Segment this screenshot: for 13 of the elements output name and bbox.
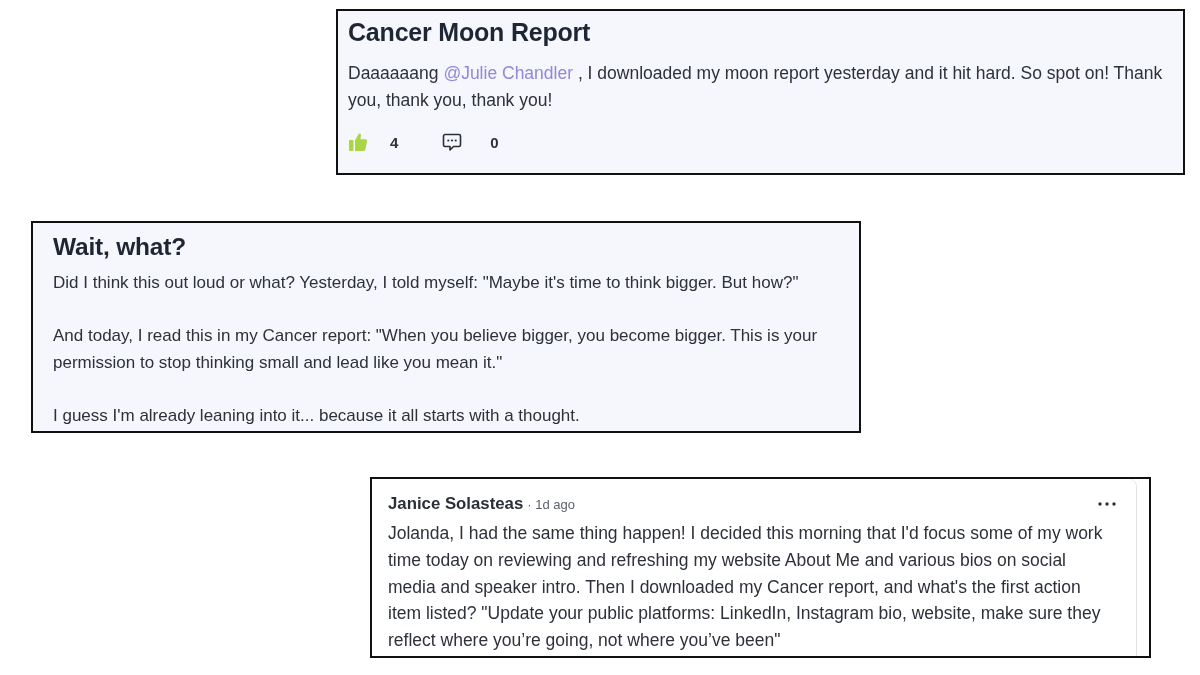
post-title: Wait, what? xyxy=(53,232,187,262)
comment-button[interactable]: 0 xyxy=(442,132,499,152)
post-text: Daaaaaang @Julie Chandler , I downloaded my moon report yesterday and it hit hard. So spot on! Thank you, thank you, thank you! xyxy=(348,62,1164,112)
comment-text: Jolanda, I had the same thing happen! I decided this morning that I'd focus some of my work time today on reviewing and refreshing my website About Me and various bios on social media and speaker intro. Then I downloaded my Cancer report, and what's the first action item listed? "Update your public platforms: LinkedIn, Instagram bio, website, make sure they reflect where you’re going, not where you’ve been" xyxy=(388,522,1104,653)
post-paragraph: And today, I read this in my Cancer report: "When you believe bigger, you become bigger. This is your permission to stop thinking small and lead like you mean it." xyxy=(53,325,819,374)
post-title: Cancer Moon Report xyxy=(348,17,592,47)
like-button[interactable]: 4 xyxy=(348,132,399,152)
comment-author: Janice Solasteas xyxy=(388,494,524,514)
post-paragraph: Did I think this out loud or what? Yesterday, I told myself: "Maybe it's time to think bigger. But how?" xyxy=(53,272,800,294)
comment-icon xyxy=(442,132,463,152)
more-options-icon[interactable] xyxy=(1098,502,1116,506)
post-paragraph: I guess I'm already leaning into it... because it all starts with a thought. xyxy=(53,404,581,427)
comment-time: · 1d ago xyxy=(527,496,575,512)
